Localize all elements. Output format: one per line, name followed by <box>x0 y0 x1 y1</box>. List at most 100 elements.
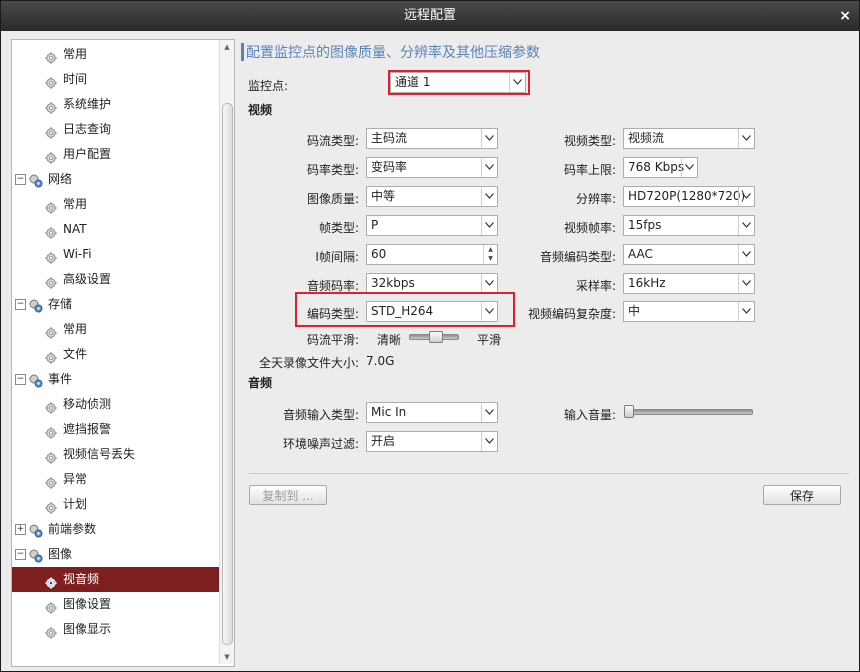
sidebar-item-label: 日志查询 <box>63 122 112 136</box>
bitrate-type-select[interactable]: 变码率 <box>366 157 498 178</box>
input-volume-thumb[interactable] <box>624 405 634 418</box>
sidebar-item[interactable]: − 图像 <box>12 542 219 567</box>
sidebar-item[interactable]: 视音频 <box>12 567 219 592</box>
resolution-select[interactable]: HD720P(1280*720) <box>623 186 755 207</box>
chevron-down-icon[interactable] <box>738 302 754 321</box>
title-bar[interactable]: 远程配置 × <box>1 1 859 31</box>
gear-icon <box>45 623 57 639</box>
sidebar-item[interactable]: 常用 <box>12 42 219 67</box>
save-button[interactable]: 保存 <box>763 485 841 505</box>
file-size-value: 7.0G <box>366 354 395 368</box>
sidebar-item[interactable]: 常用 <box>12 192 219 217</box>
file-size-label: 全天录像文件大小: <box>258 356 359 370</box>
frame-rate-select[interactable]: 15fps <box>623 215 755 236</box>
audio-encode-select[interactable]: AAC <box>623 244 755 265</box>
frame-rate-value: 15fps <box>628 218 662 232</box>
close-button[interactable]: × <box>839 1 851 31</box>
sidebar-item[interactable]: 用户配置 <box>12 142 219 167</box>
sidebar-item[interactable]: − 网络 <box>12 167 219 192</box>
sidebar-item[interactable]: 移动侦测 <box>12 392 219 417</box>
scroll-thumb[interactable] <box>222 103 233 645</box>
smoothing-label: 码流平滑: <box>306 333 359 347</box>
sidebar-item-label: 移动侦测 <box>63 397 112 411</box>
chevron-down-icon[interactable] <box>481 274 497 293</box>
smoothing-slider-thumb[interactable] <box>429 331 443 343</box>
page-title: 配置监控点的图像质量、分辨率及其他压缩参数 <box>246 45 540 61</box>
encode-type-label: 编码类型: <box>306 307 359 321</box>
sidebar-item[interactable]: 文件 <box>12 342 219 367</box>
sidebar-item[interactable]: 时间 <box>12 67 219 92</box>
chevron-down-icon[interactable] <box>481 432 497 451</box>
max-bitrate-select[interactable]: 768 Kbps <box>623 157 698 178</box>
audio-input-select[interactable]: Mic In <box>366 402 498 423</box>
scroll-up-arrow-icon[interactable]: ▲ <box>220 40 234 54</box>
quality-value: 中等 <box>371 189 396 203</box>
sidebar-item[interactable]: NAT <box>12 217 219 242</box>
audio-input-value: Mic In <box>371 405 407 419</box>
sidebar-item-label: 前端参数 <box>48 522 97 536</box>
collapse-icon[interactable]: − <box>15 549 26 560</box>
noise-filter-select[interactable]: 开启 <box>366 431 498 452</box>
sample-rate-select[interactable]: 16kHz <box>623 273 755 294</box>
sidebar-item[interactable]: − 存储 <box>12 292 219 317</box>
video-type-select[interactable]: 视频流 <box>623 128 755 149</box>
sidebar-item[interactable]: 遮挡报警 <box>12 417 219 442</box>
quality-select[interactable]: 中等 <box>366 186 498 207</box>
sidebar-item[interactable]: 计划 <box>12 492 219 517</box>
audio-encode-value: AAC <box>628 247 653 261</box>
scroll-down-arrow-icon[interactable]: ▼ <box>220 650 234 664</box>
gear-icon <box>45 223 57 239</box>
chevron-down-icon[interactable] <box>481 302 497 321</box>
frame-type-label: 帧类型: <box>318 221 359 235</box>
chevron-down-icon[interactable] <box>681 158 697 177</box>
sidebar-item[interactable]: 高级设置 <box>12 267 219 292</box>
chevron-down-icon[interactable] <box>481 158 497 177</box>
stream-type-select[interactable]: 主码流 <box>366 128 498 149</box>
frame-rate-label: 视频帧率: <box>563 221 616 235</box>
iframe-interval-spinner[interactable]: 60 ▲ ▼ <box>366 244 498 265</box>
smoothing-right-label: 平滑 <box>477 333 502 347</box>
expand-icon[interactable]: + <box>15 524 26 535</box>
chevron-down-icon[interactable] <box>738 245 754 264</box>
collapse-icon[interactable]: − <box>15 174 26 185</box>
frame-type-select[interactable]: P <box>366 215 498 236</box>
gear-icon <box>45 573 57 589</box>
sidebar-item[interactable]: 视频信号丢失 <box>12 442 219 467</box>
input-volume-track[interactable] <box>625 409 753 415</box>
divider <box>249 473 849 474</box>
encode-type-select[interactable]: STD_H264 <box>366 301 498 322</box>
collapse-icon[interactable]: − <box>15 374 26 385</box>
copy-to-button[interactable]: 复制到 ... <box>249 485 327 505</box>
chevron-down-icon[interactable] <box>738 187 754 206</box>
sidebar-item[interactable]: + 前端参数 <box>12 517 219 542</box>
sidebar-item[interactable]: 图像设置 <box>12 592 219 617</box>
collapse-icon[interactable]: − <box>15 299 26 310</box>
sidebar-item[interactable]: 常用 <box>12 317 219 342</box>
audio-input-label: 音频输入类型: <box>282 408 359 422</box>
sidebar-item[interactable]: 图像显示 <box>12 617 219 642</box>
video-type-value: 视频流 <box>628 131 665 145</box>
chevron-down-icon[interactable] <box>738 274 754 293</box>
chevron-down-icon[interactable] <box>481 403 497 422</box>
resolution-value: HD720P(1280*720) <box>628 189 746 203</box>
complexity-select[interactable]: 中 <box>623 301 755 322</box>
sidebar-item[interactable]: − 事件 <box>12 367 219 392</box>
chevron-down-icon[interactable] <box>738 216 754 235</box>
chevron-down-icon[interactable] <box>738 129 754 148</box>
gear-icon <box>45 473 57 489</box>
sidebar-item[interactable]: 系统维护 <box>12 92 219 117</box>
camera-select[interactable]: 通道 1 <box>390 72 526 93</box>
gear-icon <box>45 198 57 214</box>
sidebar-item[interactable]: Wi-Fi <box>12 242 219 267</box>
sidebar-item-label: 存储 <box>48 297 73 311</box>
chevron-down-icon[interactable] <box>509 73 525 92</box>
sidebar-item[interactable]: 日志查询 <box>12 117 219 142</box>
chevron-down-icon[interactable] <box>481 129 497 148</box>
chevron-down-icon[interactable] <box>481 187 497 206</box>
spinner-arrows-icon[interactable]: ▲ ▼ <box>483 245 497 264</box>
sidebar-item[interactable]: 异常 <box>12 467 219 492</box>
audio-bitrate-select[interactable]: 32kbps <box>366 273 498 294</box>
chevron-down-icon[interactable] <box>481 216 497 235</box>
sidebar-item-label: 计划 <box>63 497 88 511</box>
sidebar-scrollbar[interactable]: ▲ ▼ <box>219 40 234 664</box>
